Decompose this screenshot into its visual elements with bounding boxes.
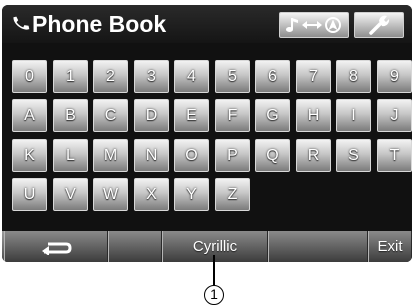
character-keyboard: 0123456789 ABCDEFGHIJ KLMNOPQRST UVWXYZ [2, 5, 412, 262]
key-a[interactable]: A [12, 99, 47, 132]
key-5[interactable]: 5 [215, 60, 250, 93]
key-q[interactable]: Q [255, 139, 290, 172]
key-3[interactable]: 3 [134, 60, 169, 93]
key-k[interactable]: K [12, 139, 47, 172]
back-arrow-icon [42, 242, 72, 255]
key-7[interactable]: 7 [296, 60, 331, 93]
blank-button [108, 231, 162, 262]
callout-line [213, 255, 215, 285]
key-h[interactable]: H [296, 99, 331, 132]
key-s[interactable]: S [336, 139, 371, 172]
key-t[interactable]: T [377, 139, 412, 172]
cyrillic-button[interactable]: Cyrillic [162, 231, 268, 262]
key-6[interactable]: 6 [255, 60, 290, 93]
key-o[interactable]: O [174, 139, 209, 172]
key-z[interactable]: Z [215, 178, 250, 211]
key-9[interactable]: 9 [377, 60, 412, 93]
exit-button[interactable]: Exit [368, 231, 412, 262]
key-n[interactable]: N [134, 139, 169, 172]
key-f[interactable]: F [215, 99, 250, 132]
key-e[interactable]: E [174, 99, 209, 132]
key-c[interactable]: C [93, 99, 128, 132]
key-i[interactable]: I [336, 99, 371, 132]
key-0[interactable]: 0 [12, 60, 47, 93]
back-button[interactable] [4, 231, 108, 262]
key-y[interactable]: Y [174, 178, 209, 211]
key-1[interactable]: 1 [53, 60, 88, 93]
key-m[interactable]: M [93, 139, 128, 172]
key-2[interactable]: 2 [93, 60, 128, 93]
key-j[interactable]: J [377, 99, 412, 132]
blank-button [268, 231, 368, 262]
phone-book-screen: Phone Book 0123456789ABCDEFGHIJKLMNOPQRS… [2, 5, 412, 262]
key-v[interactable]: V [53, 178, 88, 211]
key-x[interactable]: X [134, 178, 169, 211]
key-4[interactable]: 4 [174, 60, 209, 93]
key-w[interactable]: W [93, 178, 128, 211]
bottom-bar: Cyrillic Exit [2, 231, 412, 262]
key-p[interactable]: P [215, 139, 250, 172]
key-r[interactable]: R [296, 139, 331, 172]
callout-number: 1 [204, 285, 224, 305]
key-g[interactable]: G [255, 99, 290, 132]
key-l[interactable]: L [53, 139, 88, 172]
key-u[interactable]: U [12, 178, 47, 211]
key-8[interactable]: 8 [336, 60, 371, 93]
key-d[interactable]: D [134, 99, 169, 132]
key-b[interactable]: B [53, 99, 88, 132]
